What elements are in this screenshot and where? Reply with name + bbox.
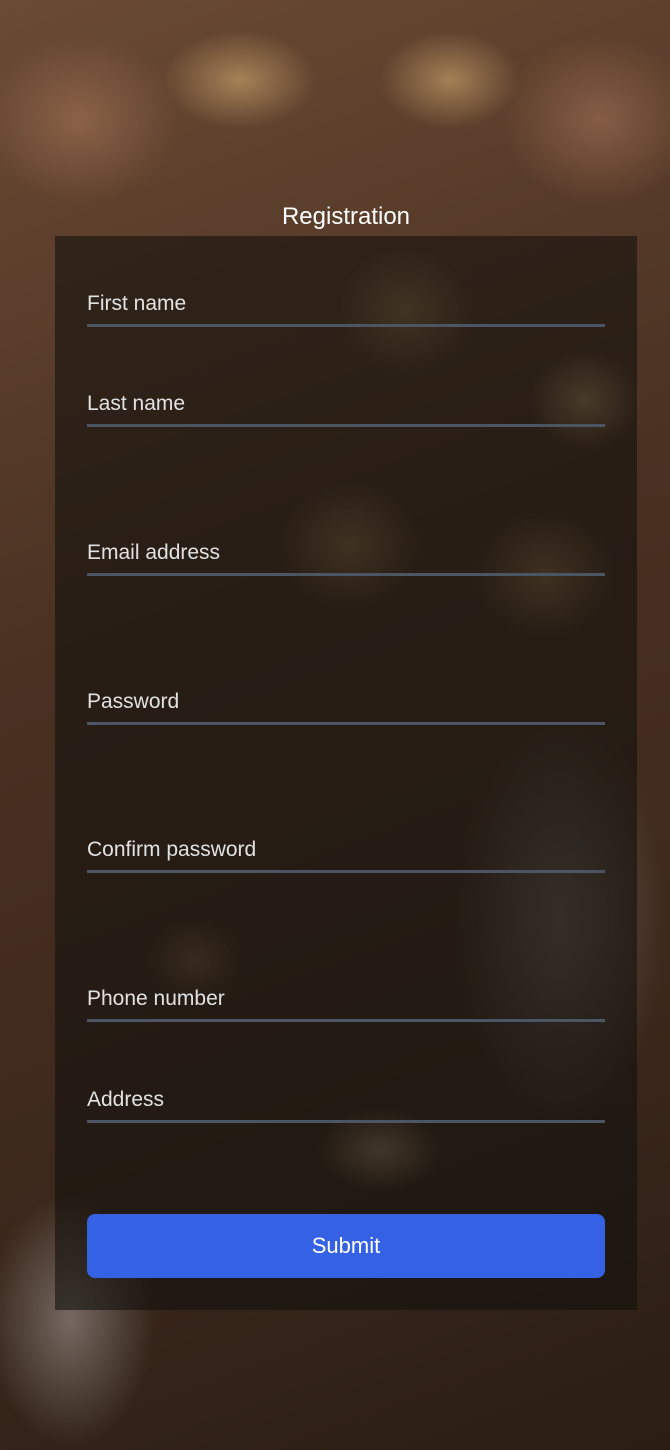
address-field[interactable] [87, 1080, 605, 1123]
email-input[interactable] [87, 533, 605, 573]
submit-button[interactable]: Submit [87, 1214, 605, 1278]
address-input[interactable] [87, 1080, 605, 1120]
phone-number-field[interactable] [87, 979, 605, 1022]
password-field[interactable] [87, 682, 605, 725]
confirm-password-input[interactable] [87, 830, 605, 870]
registration-form: Submit [55, 236, 637, 1310]
first-name-field[interactable] [87, 284, 605, 327]
phone-number-input[interactable] [87, 979, 605, 1019]
last-name-field[interactable] [87, 384, 605, 427]
first-name-input[interactable] [87, 284, 605, 324]
password-input[interactable] [87, 682, 605, 722]
email-field[interactable] [87, 533, 605, 576]
confirm-password-field[interactable] [87, 830, 605, 873]
form-title: Registration [281, 203, 411, 230]
last-name-input[interactable] [87, 384, 605, 424]
